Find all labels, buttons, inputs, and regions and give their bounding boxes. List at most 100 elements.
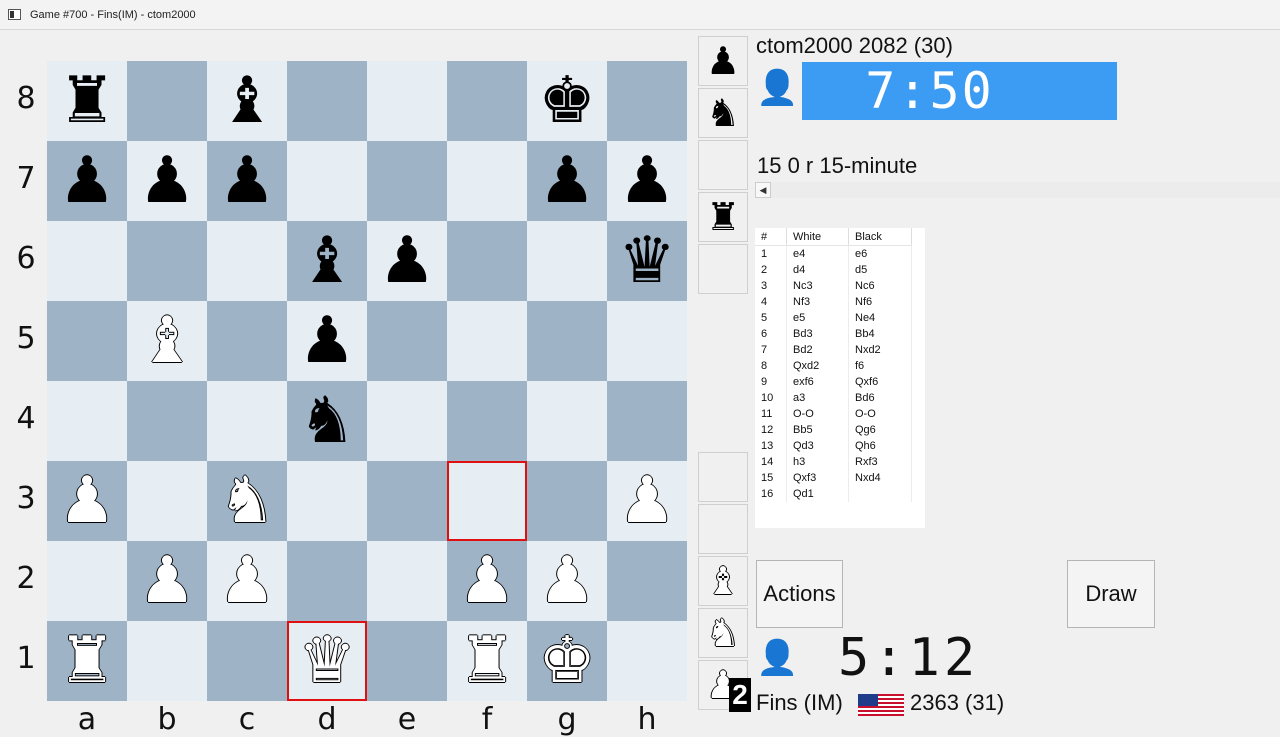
horizontal-scrollbar[interactable]: ◀	[755, 182, 1280, 198]
square-h4[interactable]	[607, 381, 687, 461]
square-b6[interactable]	[127, 221, 207, 301]
move-cell[interactable]: Nxd4	[848, 470, 912, 486]
square-c5[interactable]	[207, 301, 287, 381]
move-row[interactable]: 14 h3 Rxf3	[755, 454, 912, 470]
square-d3[interactable]	[287, 461, 367, 541]
move-row[interactable]: 1 e4 e6	[755, 245, 912, 262]
black-rook-icon[interactable]: ♜	[47, 61, 127, 141]
white-pawn-icon[interactable]: ♟	[207, 541, 287, 621]
square-f4[interactable]	[447, 381, 527, 461]
chess-board[interactable]: ♜ ♝ ♚ ♟ ♟ ♟ ♟ ♟ ♝ ♟ ♛ ♝ ♟ ♞ ♟ ♞ ♟ ♟ ♟ ♟ ♟ ♜ ♛ ♜ ♚	[47, 61, 687, 701]
square-d7[interactable]	[287, 141, 367, 221]
square-g4[interactable]	[527, 381, 607, 461]
square-b4[interactable]	[127, 381, 207, 461]
move-cell[interactable]: Bd3	[786, 326, 849, 342]
move-cell[interactable]: d4	[786, 262, 849, 278]
move-cell[interactable]: Bb4	[848, 326, 912, 342]
black-bishop-icon[interactable]: ♝	[207, 61, 287, 141]
move-row[interactable]: 15 Qxf3 Nxd4	[755, 470, 912, 486]
square-g6[interactable]	[527, 221, 607, 301]
draw-button[interactable]: Draw	[1067, 560, 1155, 628]
move-cell[interactable]: Qxf3	[786, 470, 849, 486]
black-pawn-icon[interactable]: ♟	[207, 141, 287, 221]
move-column-header[interactable]: Black	[848, 228, 912, 246]
black-queen-icon[interactable]: ♛	[607, 221, 687, 301]
move-cell[interactable]: e4	[786, 245, 849, 262]
square-h5[interactable]	[607, 301, 687, 381]
move-cell[interactable]: e5	[786, 310, 849, 326]
move-column-header[interactable]: #	[755, 228, 787, 246]
move-row[interactable]: 7 Bd2 Nxd2	[755, 342, 912, 358]
move-row[interactable]: 6 Bd3 Bb4	[755, 326, 912, 342]
move-row[interactable]: 10 a3 Bd6	[755, 390, 912, 406]
move-cell[interactable]: Qxd2	[786, 358, 849, 374]
move-cell[interactable]: Qd3	[786, 438, 849, 454]
move-cell[interactable]: Bb5	[786, 422, 849, 438]
square-a2[interactable]	[47, 541, 127, 621]
move-cell[interactable]: Nc3	[786, 278, 849, 294]
square-e4[interactable]	[367, 381, 447, 461]
move-row[interactable]: 9 exf6 Qxf6	[755, 374, 912, 390]
square-c1[interactable]	[207, 621, 287, 701]
square-e3[interactable]	[367, 461, 447, 541]
square-f8[interactable]	[447, 61, 527, 141]
move-cell[interactable]: O-O	[786, 406, 849, 422]
move-cell[interactable]: Qh6	[848, 438, 912, 454]
black-pawn-icon[interactable]: ♟	[47, 141, 127, 221]
move-cell[interactable]: Bd2	[786, 342, 849, 358]
move-row[interactable]: 5 e5 Ne4	[755, 310, 912, 326]
black-pawn-icon[interactable]: ♟	[607, 141, 687, 221]
move-cell[interactable]: Nxd2	[848, 342, 912, 358]
move-cell[interactable]: Qd1	[786, 486, 849, 502]
move-cell[interactable]: e6	[848, 245, 912, 262]
square-e8[interactable]	[367, 61, 447, 141]
move-cell[interactable]	[848, 486, 912, 502]
white-pawn-icon[interactable]: ♟	[47, 461, 127, 541]
move-cell[interactable]: Bd6	[848, 390, 912, 406]
square-g3[interactable]	[527, 461, 607, 541]
square-e5[interactable]	[367, 301, 447, 381]
square-f3[interactable]	[447, 461, 527, 541]
move-cell[interactable]: Nf3	[786, 294, 849, 310]
move-cell[interactable]: Qxf6	[848, 374, 912, 390]
move-row[interactable]: 2 d4 d5	[755, 262, 912, 278]
square-a4[interactable]	[47, 381, 127, 461]
white-knight-icon[interactable]: ♞	[207, 461, 287, 541]
move-row[interactable]: 12 Bb5 Qg6	[755, 422, 912, 438]
square-g5[interactable]	[527, 301, 607, 381]
square-a5[interactable]	[47, 301, 127, 381]
square-f7[interactable]	[447, 141, 527, 221]
white-pawn-icon[interactable]: ♟	[127, 541, 207, 621]
move-cell[interactable]: Qg6	[848, 422, 912, 438]
black-pawn-icon[interactable]: ♟	[127, 141, 207, 221]
scroll-left-icon[interactable]: ◀	[755, 182, 771, 198]
square-f6[interactable]	[447, 221, 527, 301]
white-rook-icon[interactable]: ♜	[447, 621, 527, 701]
square-b8[interactable]	[127, 61, 207, 141]
black-pawn-icon[interactable]: ♟	[287, 301, 367, 381]
move-row[interactable]: 11 O-O O-O	[755, 406, 912, 422]
white-pawn-icon[interactable]: ♟	[447, 541, 527, 621]
square-b1[interactable]	[127, 621, 207, 701]
move-cell[interactable]: Nf6	[848, 294, 912, 310]
square-b3[interactable]	[127, 461, 207, 541]
move-cell[interactable]: f6	[848, 358, 912, 374]
move-cell[interactable]: a3	[786, 390, 849, 406]
square-d8[interactable]	[287, 61, 367, 141]
square-e1[interactable]	[367, 621, 447, 701]
move-cell[interactable]: O-O	[848, 406, 912, 422]
white-pawn-icon[interactable]: ♟	[607, 461, 687, 541]
black-knight-icon[interactable]: ♞	[287, 381, 367, 461]
square-h2[interactable]	[607, 541, 687, 621]
square-h1[interactable]	[607, 621, 687, 701]
white-rook-icon[interactable]: ♜	[47, 621, 127, 701]
white-king-icon[interactable]: ♚	[527, 621, 607, 701]
move-row[interactable]: 8 Qxd2 f6	[755, 358, 912, 374]
move-cell[interactable]: d5	[848, 262, 912, 278]
white-pawn-icon[interactable]: ♟	[527, 541, 607, 621]
move-cell[interactable]: exf6	[786, 374, 849, 390]
white-queen-icon[interactable]: ♛	[287, 621, 367, 701]
black-bishop-icon[interactable]: ♝	[287, 221, 367, 301]
black-pawn-icon[interactable]: ♟	[367, 221, 447, 301]
move-cell[interactable]: h3	[786, 454, 849, 470]
